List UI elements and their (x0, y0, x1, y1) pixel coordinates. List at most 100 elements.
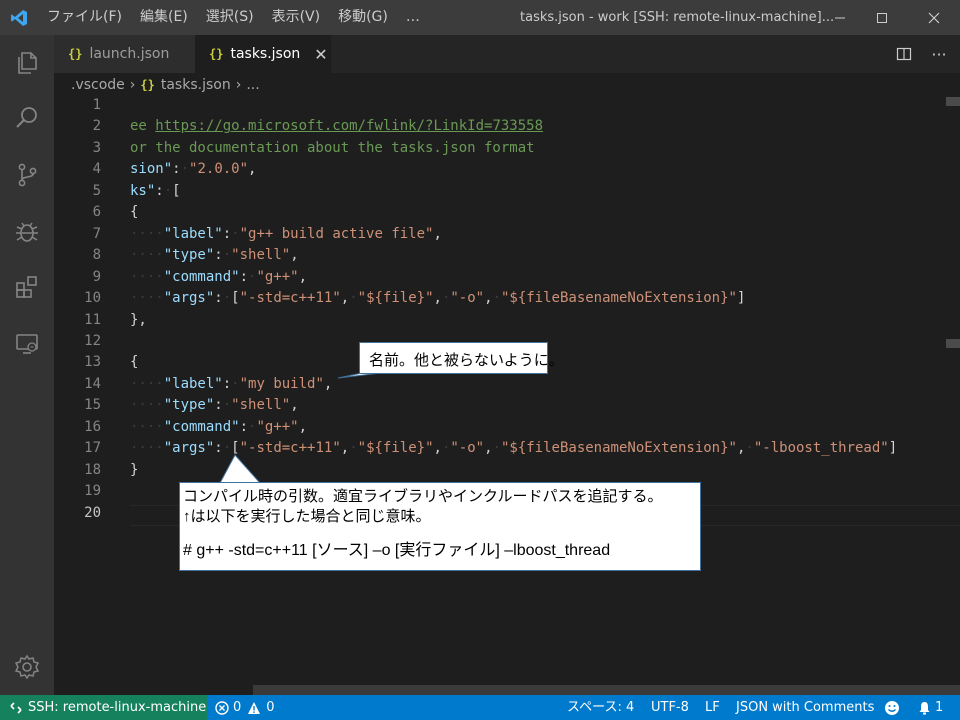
args-callout-command: # g++ -std=c++11 [ソース] –o [実行ファイル] –lboo… (183, 542, 611, 559)
line-number: 17 (84, 440, 101, 457)
close-icon (928, 12, 940, 23)
window-title: tasks.json - work [SSH: remote-linux-mac… (520, 10, 835, 25)
settings-gear-icon[interactable] (0, 643, 54, 691)
line-code: ····"args":·["-std=c++11",·"${file}",·"-… (130, 290, 746, 307)
warning-count: 0 (266, 700, 275, 715)
line-number: 14 (84, 375, 101, 392)
minimize-button[interactable] (816, 0, 864, 35)
search-icon[interactable] (0, 94, 54, 142)
maximize-icon (877, 12, 887, 23)
notification-count: 1 (935, 700, 944, 715)
line-number: 7 (92, 225, 101, 242)
indentation-status[interactable]: スペース: 4 (567, 695, 634, 720)
breadcrumb-folder[interactable]: .vscode (71, 77, 125, 93)
line-number: 15 (84, 397, 101, 414)
line-code: ····"label":·"g++ build active file", (130, 225, 442, 242)
breadcrumb-file[interactable]: tasks.json (161, 77, 231, 93)
code-line[interactable]: 18} (54, 462, 944, 483)
tab-tasks-json[interactable]: {} tasks.json ✕ (195, 35, 331, 73)
code-line[interactable]: 9 ····"command":·"g++", (54, 269, 944, 290)
code-editor[interactable]: 1 2 ee https://go.microsoft.com/fwlink/?Li… (54, 97, 960, 695)
warning-icon (248, 701, 261, 714)
line-number: 16 (84, 418, 101, 435)
breadcrumb-more[interactable]: ... (246, 77, 259, 93)
args-callout: コンパイル時の引数。適宜ライブラリやインクルードパスを追記する。 ↑は以下を実行… (179, 482, 701, 571)
line-code: { (130, 204, 139, 221)
menu-go[interactable]: 移動(G) (329, 0, 397, 35)
remote-label: SSH: remote-linux-machine (28, 700, 207, 715)
feedback-smiley-icon[interactable] (884, 695, 900, 720)
minimize-icon (835, 17, 845, 18)
remote-indicator[interactable]: SSH: remote-linux-machine (0, 695, 207, 720)
chevron-right-icon: › (129, 77, 136, 93)
menu-more[interactable]: … (397, 0, 429, 35)
code-line[interactable]: 3 or the documentation about the tasks.js… (54, 140, 944, 161)
code-line[interactable]: 7 ····"label":·"g++ build active file", (54, 226, 944, 247)
notifications-indicator[interactable]: 1 (918, 695, 943, 720)
line-code: } (130, 461, 139, 478)
tab-launch-json[interactable]: {} launch.json (54, 35, 195, 73)
more-actions-icon[interactable]: ··· (924, 35, 954, 73)
name-callout-text: 名前。他と被らないように。 (369, 352, 564, 369)
maximize-button[interactable] (858, 0, 906, 35)
json-file-icon: {} (140, 78, 155, 92)
menu-file[interactable]: ファイル(F) (38, 0, 131, 35)
close-window-button[interactable] (910, 0, 958, 35)
code-line[interactable]: 6{ (54, 204, 944, 225)
code-line[interactable]: 1 (54, 97, 944, 118)
line-code: ····"type":·"shell", (130, 397, 299, 414)
language-mode-status[interactable]: JSON with Comments (736, 695, 874, 720)
code-line[interactable]: 2 ee https://go.microsoft.com/fwlink/?Lin… (54, 118, 944, 139)
explorer-icon[interactable] (0, 39, 54, 87)
remote-explorer-icon[interactable] (0, 320, 54, 368)
line-code: or the documentation about the tasks.jso… (130, 139, 535, 156)
chevron-right-icon: › (235, 77, 242, 93)
line-code: ····"command":·"g++", (130, 418, 308, 435)
scrollbar-thumb[interactable] (253, 685, 960, 695)
source-control-icon[interactable] (0, 151, 54, 199)
split-editor-icon[interactable] (890, 35, 918, 73)
error-count: 0 (233, 700, 242, 715)
eol-status[interactable]: LF (705, 695, 720, 720)
line-number: 3 (92, 139, 101, 156)
json-file-icon: {} (209, 47, 224, 61)
menu-view[interactable]: 表示(V) (263, 0, 330, 35)
code-line[interactable]: 8 ····"type":·"shell", (54, 247, 944, 268)
problems-indicator[interactable]: 0 0 (215, 695, 275, 720)
line-code: ks":·[ (130, 182, 181, 199)
close-tab-icon[interactable]: ✕ (314, 45, 327, 64)
code-line[interactable]: 5 ks":·[ (54, 183, 944, 204)
line-code: sion":·"2.0.0", (130, 161, 257, 178)
extensions-icon[interactable] (0, 263, 54, 311)
code-line[interactable]: 15 ····"type":·"shell", (54, 397, 944, 418)
code-line[interactable]: 14 ····"label":·"my build", (54, 376, 944, 397)
json-file-icon: {} (68, 47, 83, 61)
line-number: 19 (84, 483, 101, 500)
activity-bar (0, 35, 54, 695)
code-line[interactable]: 4 sion":·"2.0.0", (54, 161, 944, 182)
title-bar: ファイル(F) 編集(E) 選択(S) 表示(V) 移動(G) … tasks.… (0, 0, 960, 35)
line-code: ····"command":·"g++", (130, 268, 308, 285)
debug-icon[interactable] (0, 207, 54, 255)
line-code: { (130, 354, 139, 371)
vertical-scrollbar[interactable] (946, 97, 960, 695)
breadcrumb: .vscode › {} tasks.json › ... (54, 73, 960, 97)
args-callout-line2: ↑は以下を実行した場合と同じ意味。 (183, 508, 431, 525)
encoding-status[interactable]: UTF-8 (651, 695, 689, 720)
menu-edit[interactable]: 編集(E) (131, 0, 197, 35)
line-number: 12 (84, 332, 101, 349)
code-line[interactable]: 16 ····"command":·"g++", (54, 419, 944, 440)
line-code: ee https://go.microsoft.com/fwlink/?Link… (130, 118, 544, 135)
code-line[interactable]: 17 ····"args":·["-std=c++11",·"${file}",·… (54, 440, 944, 461)
line-number: 4 (92, 161, 101, 178)
line-number: 9 (92, 268, 101, 285)
line-number: 10 (84, 290, 101, 307)
line-code: ····"label":·"my build", (130, 375, 333, 392)
code-line[interactable]: 11}, (54, 312, 944, 333)
status-bar: SSH: remote-linux-machine 0 0 スペース: 4 UT… (0, 695, 960, 720)
horizontal-scrollbar[interactable] (54, 685, 960, 695)
code-line[interactable]: 10 ····"args":·["-std=c++11",·"${file}",·… (54, 290, 944, 311)
menu-selection[interactable]: 選択(S) (197, 0, 263, 35)
line-number: 13 (84, 354, 101, 371)
line-number: 8 (92, 247, 101, 264)
